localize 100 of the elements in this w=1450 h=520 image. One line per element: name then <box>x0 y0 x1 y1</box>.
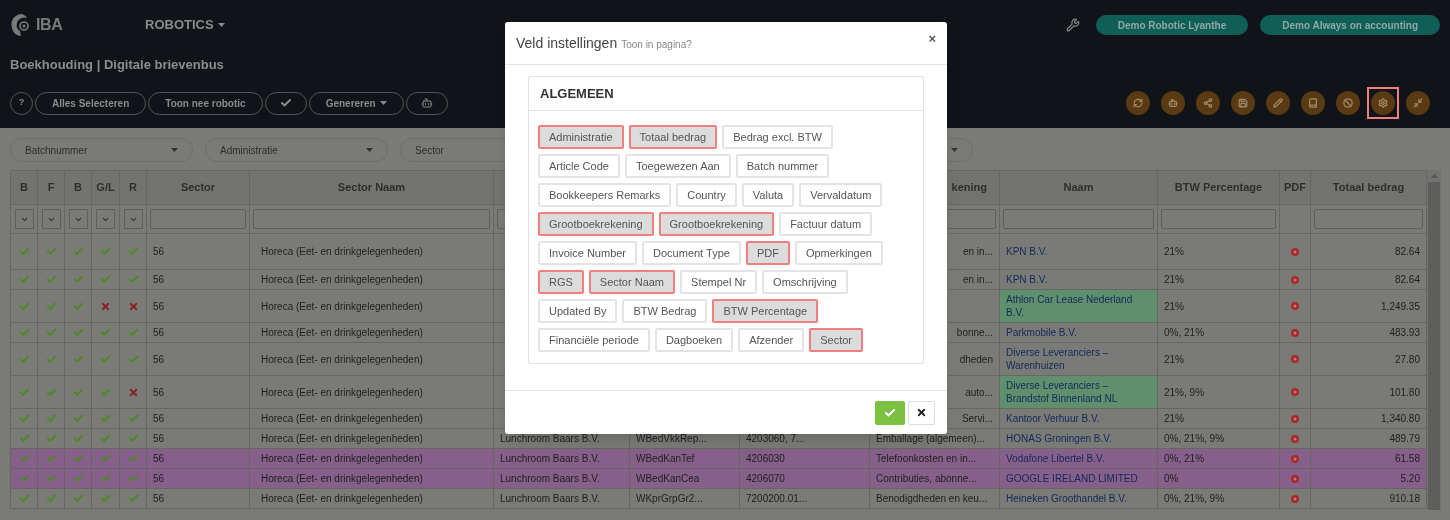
action-button[interactable] <box>1301 91 1325 115</box>
table-cell: 4203060, 7... <box>746 432 805 445</box>
pdf-icon[interactable] <box>1291 247 1299 256</box>
table-cell: 483.93 <box>1389 326 1420 339</box>
field-chip[interactable]: Dagboeken <box>654 328 734 352</box>
field-chip[interactable]: Toegewezen Aan <box>624 154 731 178</box>
action-button[interactable] <box>1266 91 1290 115</box>
field-chip[interactable]: Batch nummer <box>735 154 830 178</box>
pdf-icon[interactable] <box>1291 434 1299 443</box>
column-header: BTW Percentage <box>1174 180 1263 196</box>
scrollbar[interactable] <box>1427 170 1441 510</box>
table-cell: 56 <box>153 472 165 485</box>
column-header: R <box>129 180 137 196</box>
table-cell-text: Horeca (Eet- en drinkgelegenheden) <box>260 472 423 485</box>
field-chip[interactable]: Bedrag excl. BTW <box>722 125 833 149</box>
table-cell: 101.80 <box>1389 385 1420 399</box>
field-chip[interactable]: Document Type <box>642 241 741 265</box>
column-header: Sector <box>180 180 216 196</box>
table-cell: HONAS Groningen B.V. <box>1006 432 1112 445</box>
table-cell: 489.79 <box>1389 432 1420 445</box>
field-chip[interactable]: Financiële periode <box>538 328 650 352</box>
save-icon <box>1238 98 1248 108</box>
table-cell: Benodigdheden en keu... <box>876 492 988 505</box>
field-chip[interactable]: PDF <box>745 241 790 265</box>
field-chip[interactable]: Opmerkingen <box>794 241 883 265</box>
ban-icon <box>1343 98 1353 108</box>
table-cell-text: Diverse Leveranciers – Brandstof Binnenland NL <box>1006 379 1119 405</box>
pdf-icon[interactable] <box>1291 275 1299 284</box>
action-button[interactable] <box>1126 91 1150 115</box>
field-chip[interactable]: Grootboekrekening <box>658 212 775 236</box>
field-chip[interactable]: RGS <box>538 270 584 294</box>
action-button[interactable] <box>1231 91 1255 115</box>
field-chip[interactable]: Valuta <box>741 183 795 207</box>
table-cell: 4206070 <box>746 472 785 485</box>
field-chip[interactable]: Factuur datum <box>779 212 873 236</box>
page-title: Boekhouding | Digitale brievenbus <box>10 56 225 75</box>
filter-input[interactable] <box>1314 209 1423 229</box>
field-chip[interactable]: Sector <box>809 328 863 352</box>
table-cell: 56 <box>153 432 165 445</box>
table-cell: Lunchroom Baars B.V. <box>500 432 600 445</box>
field-chip[interactable]: Omschrijving <box>762 270 848 294</box>
check-icon <box>884 406 896 419</box>
field-chip[interactable]: Totaal bedrag <box>628 125 718 149</box>
table-cell-text: Horeca (Eet- en drinkgelegenheden) <box>260 273 423 286</box>
pdf-icon[interactable] <box>1291 414 1299 423</box>
field-chip[interactable]: Bookkeepers Remarks <box>538 183 672 207</box>
pdf-icon[interactable] <box>1291 388 1299 396</box>
shrink-arrows-icon <box>1413 98 1423 108</box>
filter-select[interactable] <box>14 209 34 229</box>
pdf-icon[interactable] <box>1291 355 1299 363</box>
close-button[interactable]: × <box>928 29 936 49</box>
filter-input[interactable] <box>1003 209 1154 229</box>
field-chip[interactable]: Country <box>676 183 737 207</box>
filter-select[interactable] <box>41 209 61 229</box>
table-cell: en in... <box>962 273 993 286</box>
filter-select[interactable] <box>96 209 115 229</box>
filter-input[interactable] <box>150 209 246 229</box>
filter-select[interactable] <box>123 209 143 229</box>
table-cell: WBedKanTef <box>636 452 695 465</box>
action-button[interactable] <box>1161 91 1185 115</box>
field-chip[interactable]: Sector Naam <box>588 270 676 294</box>
table-cell-text: Horeca (Eet- en drinkgelegenheden) <box>260 352 423 366</box>
pdf-icon[interactable] <box>1291 494 1299 503</box>
table-cell: dheden <box>959 352 993 366</box>
table-cell: 1,340.80 <box>1381 412 1420 425</box>
logo-text: IBA <box>36 15 63 35</box>
field-chip[interactable]: Vervaldatum <box>799 183 883 207</box>
filter-input[interactable] <box>253 209 490 229</box>
field-chip[interactable]: Updated By <box>538 299 618 323</box>
table-cell: 56 <box>153 352 165 366</box>
table-cell: 21% <box>1164 299 1184 313</box>
logo-icon <box>10 13 32 37</box>
field-chip[interactable]: BTW Percentage <box>712 299 819 323</box>
field-chip[interactable]: Afzender <box>738 328 805 352</box>
pdf-icon[interactable] <box>1291 328 1299 337</box>
table-cell: 4206030 <box>746 452 785 465</box>
robotics-menu[interactable]: ROBOTICS <box>145 15 225 35</box>
table-cell: 56 <box>153 385 165 399</box>
table-cell: bonne... <box>956 326 993 339</box>
action-button[interactable] <box>1336 91 1360 115</box>
wrench-icon[interactable] <box>1065 18 1080 32</box>
filter-select[interactable] <box>68 209 88 229</box>
field-chip[interactable]: Stempel Nr <box>680 270 758 294</box>
pdf-icon[interactable] <box>1291 454 1299 463</box>
table-cell: Lunchroom Baars B.V. <box>500 452 600 465</box>
action-button[interactable] <box>1196 91 1220 115</box>
field-chip[interactable]: BTW Bedrag <box>622 299 708 323</box>
cancel-button[interactable] <box>908 400 935 425</box>
field-chip[interactable]: Administratie <box>538 125 624 149</box>
table-cell: auto... <box>965 385 993 399</box>
pdf-icon[interactable] <box>1291 302 1299 310</box>
field-chip[interactable]: Grootboekrekening <box>538 212 654 236</box>
table-cell-text: Horeca (Eet- en drinkgelegenheden) <box>260 412 423 425</box>
pdf-icon[interactable] <box>1291 474 1299 483</box>
field-chip[interactable]: Invoice Number <box>538 241 638 265</box>
table-cell-text: Athlon Car Lease Nederland B.V. <box>1006 293 1134 319</box>
filter-input[interactable] <box>1161 209 1276 229</box>
caret-icon <box>951 148 958 152</box>
action-button[interactable] <box>1406 91 1430 115</box>
field-chip[interactable]: Article Code <box>538 154 620 178</box>
